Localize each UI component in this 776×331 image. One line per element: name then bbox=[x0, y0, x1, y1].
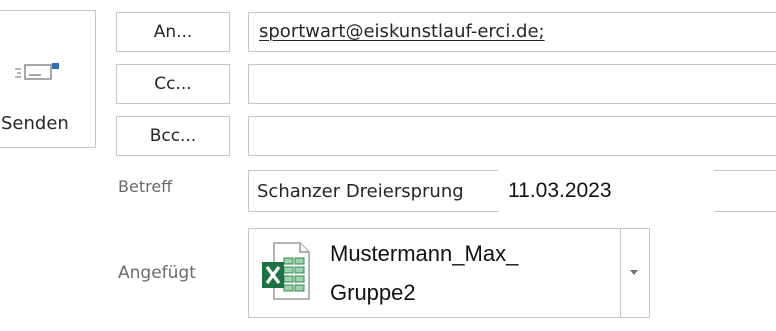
attachment-filename[interactable]: Mustermann_Max_ Gruppe2 bbox=[330, 234, 620, 312]
cc-button[interactable]: Cc... bbox=[116, 64, 230, 104]
date-overlay: 11.03.2023 bbox=[498, 170, 714, 212]
to-button[interactable]: An... bbox=[116, 12, 230, 52]
recipient-address[interactable]: sportwart@eiskunstlauf-erci.de; bbox=[259, 21, 545, 42]
excel-file-icon bbox=[262, 242, 310, 300]
chevron-down-icon bbox=[630, 270, 638, 275]
bcc-button[interactable]: Bcc... bbox=[116, 116, 230, 156]
bcc-field[interactable] bbox=[248, 116, 776, 156]
attachment-dropdown-button[interactable] bbox=[620, 228, 650, 318]
send-label: Senden bbox=[1, 113, 69, 134]
subject-label: Betreff bbox=[118, 177, 173, 196]
attachment-label: Angefügt bbox=[118, 263, 196, 283]
send-button[interactable]: Senden bbox=[0, 10, 96, 148]
to-field[interactable]: sportwart@eiskunstlauf-erci.de; bbox=[248, 12, 776, 52]
date-text: 11.03.2023 bbox=[508, 179, 612, 202]
attachment-filename-line2: Gruppe2 bbox=[330, 280, 416, 305]
attachment-filename-line1: Mustermann_Max_ bbox=[330, 241, 519, 266]
send-envelope-icon bbox=[15, 63, 59, 80]
cc-field[interactable] bbox=[248, 64, 776, 104]
